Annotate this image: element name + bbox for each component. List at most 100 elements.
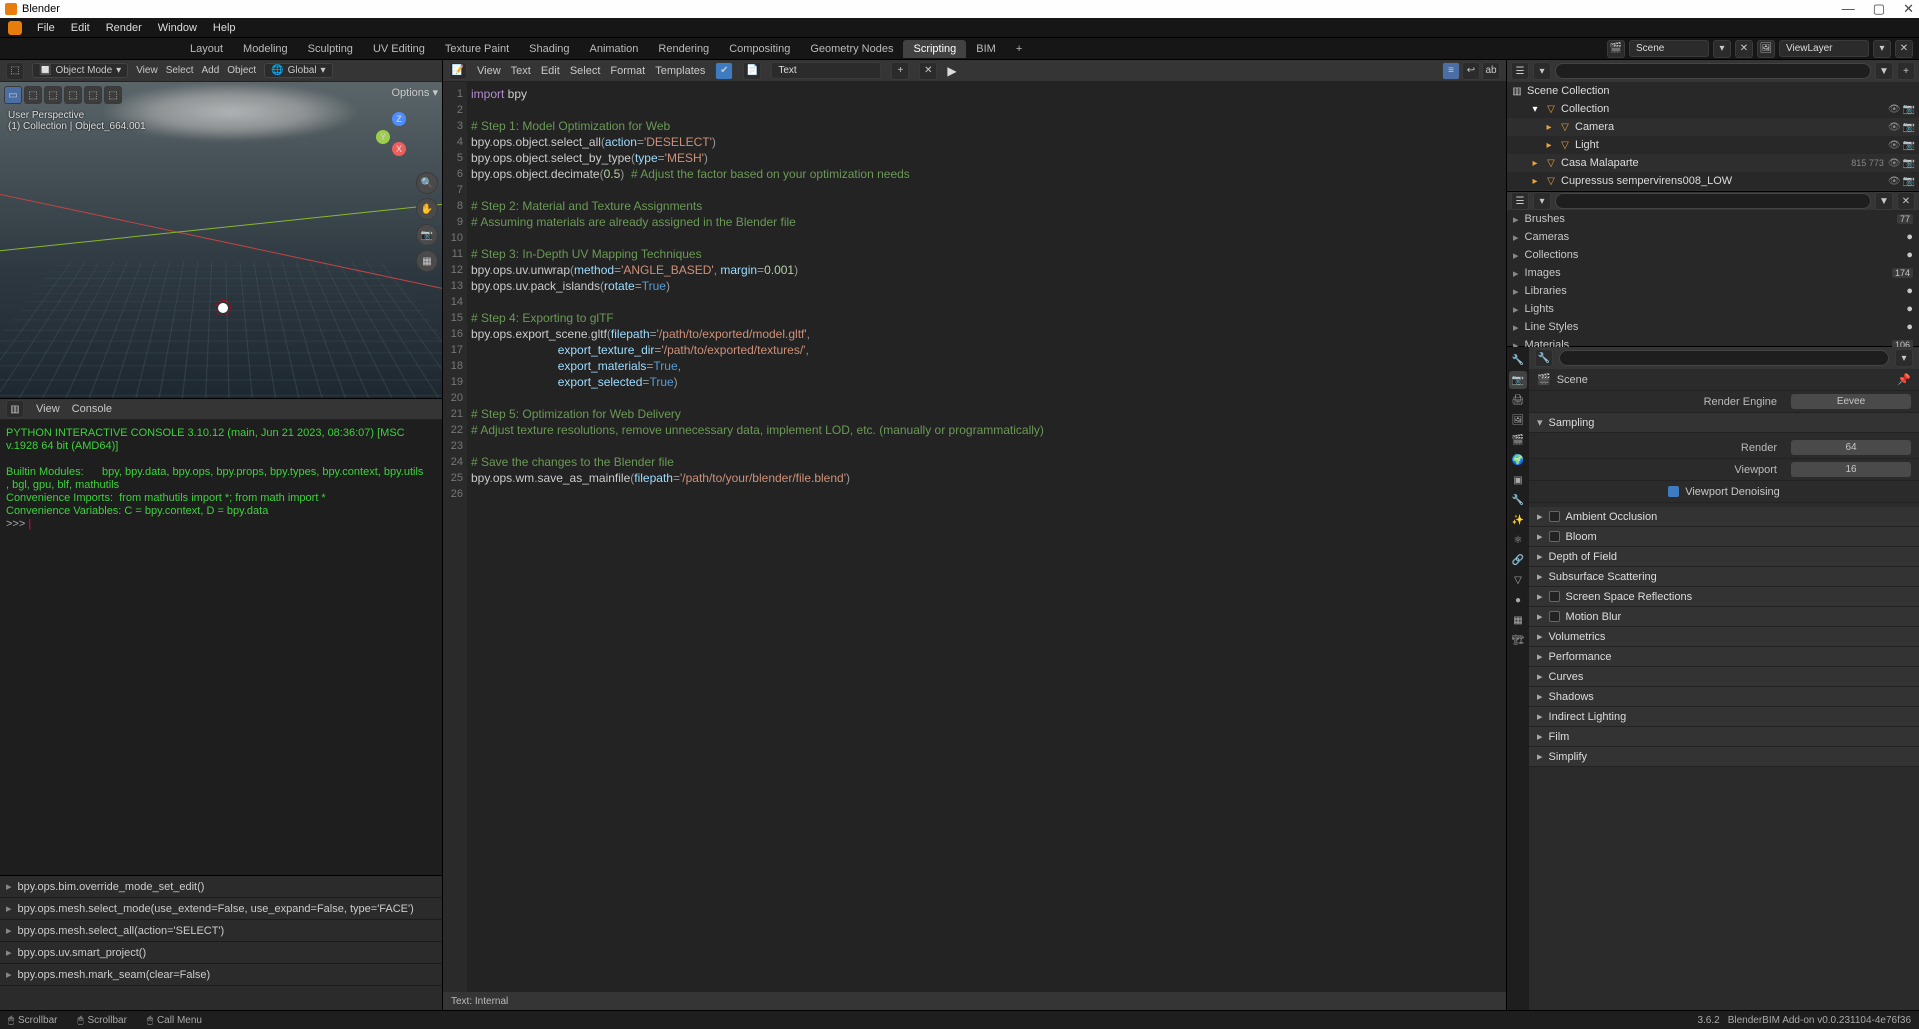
menu-add[interactable]: Add xyxy=(201,65,219,76)
info-line[interactable]: ▸bpy.ops.bim.override_mode_set_edit() xyxy=(0,876,442,898)
viewport-samples-input[interactable]: 16 xyxy=(1791,462,1911,477)
datablock-search[interactable] xyxy=(1555,193,1871,209)
text-browse-icon[interactable]: 📄 xyxy=(743,62,761,80)
info-log[interactable]: ▸bpy.ops.bim.override_mode_set_edit() ▸bp… xyxy=(0,875,442,1010)
section-volumetrics[interactable]: ▸Volumetrics xyxy=(1529,627,1919,647)
outliner-item[interactable]: ▸▽Casa Malaparte815 773👁📷 xyxy=(1507,154,1919,172)
scene-new-button[interactable]: ▾ xyxy=(1713,40,1731,58)
datablock-row[interactable]: ▸Libraries● xyxy=(1507,282,1919,300)
python-console[interactable]: PYTHON INTERACTIVE CONSOLE 3.10.12 (main… xyxy=(0,420,442,875)
mode-selector[interactable]: 🔲 Object Mode ▾ xyxy=(32,63,128,78)
eye-icon[interactable]: 👁 xyxy=(1888,122,1901,133)
section-motion-blur[interactable]: ▸Motion Blur xyxy=(1529,607,1919,627)
te-menu-templates[interactable]: Templates xyxy=(655,65,705,77)
new-collection-button[interactable]: + xyxy=(1897,62,1915,80)
render-samples-input[interactable]: 64 xyxy=(1791,440,1911,455)
x-axis-icon[interactable]: X xyxy=(392,142,406,156)
prop-search[interactable] xyxy=(1559,350,1889,366)
tab-compositing[interactable]: Compositing xyxy=(719,40,800,58)
tab-bim-icon[interactable]: 🏗 xyxy=(1509,631,1527,649)
outliner-item[interactable]: ▸▽Cupressus sempervirens008_LOW.001👁📷 xyxy=(1507,190,1919,191)
tab-rendering[interactable]: Rendering xyxy=(648,40,719,58)
section-depth-of-field[interactable]: ▸Depth of Field xyxy=(1529,547,1919,567)
section-bloom[interactable]: ▸Bloom xyxy=(1529,527,1919,547)
tab-world-icon[interactable]: 🌍 xyxy=(1509,451,1527,469)
3d-viewport[interactable]: ▭ ⬚ ⬚ ⬚ ⬚ ⬚ Options ▾ User Perspective (… xyxy=(0,82,442,398)
tab-tool-icon[interactable]: 🔧 xyxy=(1509,351,1527,369)
blender-icon[interactable] xyxy=(8,21,22,35)
tab-+[interactable]: + xyxy=(1006,40,1032,58)
section-simplify[interactable]: ▸Simplify xyxy=(1529,747,1919,767)
eye-icon[interactable]: 👁 xyxy=(1888,140,1901,151)
tab-scripting[interactable]: Scripting xyxy=(903,40,966,58)
tab-scene-icon[interactable]: 🎬 xyxy=(1509,431,1527,449)
tab-layout[interactable]: Layout xyxy=(180,40,233,58)
editor-type-icon[interactable]: ⬚ xyxy=(6,62,24,80)
text-name-field[interactable]: Text xyxy=(771,62,881,79)
outliner-datablocks[interactable]: ☰ ▾ ▼ ✕ ▸Brushes77▸Cameras●▸Collections●… xyxy=(1507,192,1919,347)
code-area[interactable]: import bpy # Step 1: Model Optimization … xyxy=(467,82,1506,992)
console-menu-view[interactable]: View xyxy=(36,403,60,415)
camera-icon[interactable]: 📷 xyxy=(416,224,438,246)
tab-data-icon[interactable]: ▽ xyxy=(1509,571,1527,589)
info-line[interactable]: ▸bpy.ops.uv.smart_project() xyxy=(0,942,442,964)
tab-output-icon[interactable]: 🖨 xyxy=(1509,391,1527,409)
register-toggle[interactable]: ✔ xyxy=(715,62,733,80)
tab-viewlayer-icon[interactable]: 🖼 xyxy=(1509,411,1527,429)
menu-view[interactable]: View xyxy=(136,65,158,76)
denoise-checkbox[interactable] xyxy=(1668,486,1679,497)
outliner-item[interactable]: ▾▽Collection👁📷 xyxy=(1507,100,1919,118)
y-axis-icon[interactable]: Y xyxy=(376,130,390,144)
menu-edit[interactable]: Edit xyxy=(63,20,98,36)
options-dropdown[interactable]: Options ▾ xyxy=(392,86,439,99)
tab-bim[interactable]: BIM xyxy=(966,40,1006,58)
te-menu-edit[interactable]: Edit xyxy=(541,65,560,77)
te-menu-format[interactable]: Format xyxy=(610,65,645,77)
text-editor-icon[interactable]: 📝 xyxy=(449,62,467,80)
render-icon[interactable]: 📷 xyxy=(1903,176,1915,187)
viewlayer-delete-button[interactable]: ✕ xyxy=(1895,40,1913,58)
outliner-item[interactable]: ▸▽Cupressus sempervirens008_LOW👁📷 xyxy=(1507,172,1919,190)
outliner-root[interactable]: ▥Scene Collection xyxy=(1507,82,1919,100)
menu-object[interactable]: Object xyxy=(227,65,256,76)
tab-sculpting[interactable]: Sculpting xyxy=(298,40,363,58)
section-ambient-occlusion[interactable]: ▸Ambient Occlusion xyxy=(1529,507,1919,527)
zoom-icon[interactable]: 🔍 xyxy=(416,172,438,194)
scene-breadcrumb[interactable]: 🎬Scene📌 xyxy=(1529,369,1919,391)
info-line[interactable]: ▸bpy.ops.mesh.select_all(action='SELECT'… xyxy=(0,920,442,942)
console-editor-icon[interactable]: ▥ xyxy=(6,400,24,418)
section-performance[interactable]: ▸Performance xyxy=(1529,647,1919,667)
eye-icon[interactable]: 👁 xyxy=(1888,176,1901,187)
filter-b-icon[interactable]: ▼ xyxy=(1875,192,1893,210)
datablock-mode-icon[interactable]: ☰ xyxy=(1511,192,1529,210)
syntax-toggle[interactable]: ab xyxy=(1482,62,1500,80)
orientation-selector[interactable]: 🌐 Global ▾ xyxy=(264,63,332,78)
tool-d-icon[interactable]: ⬚ xyxy=(84,86,102,104)
section-subsurface-scattering[interactable]: ▸Subsurface Scattering xyxy=(1529,567,1919,587)
te-menu-text[interactable]: Text xyxy=(511,65,531,77)
run-script-button[interactable]: ▶ xyxy=(947,64,956,78)
menu-render[interactable]: Render xyxy=(98,20,150,36)
info-line[interactable]: ▸bpy.ops.mesh.mark_seam(clear=False) xyxy=(0,964,442,986)
render-engine-selector[interactable]: Eevee xyxy=(1791,394,1911,409)
datablock-row[interactable]: ▸Brushes77 xyxy=(1507,210,1919,228)
render-icon[interactable]: 📷 xyxy=(1903,140,1915,151)
section-indirect-lighting[interactable]: ▸Indirect Lighting xyxy=(1529,707,1919,727)
del-b-icon[interactable]: ✕ xyxy=(1897,192,1915,210)
menu-window[interactable]: Window xyxy=(150,20,205,36)
wrap-toggle[interactable]: ↩ xyxy=(1462,62,1480,80)
outliner-search[interactable] xyxy=(1555,63,1871,79)
viewlayer-selector[interactable]: ViewLayer xyxy=(1779,40,1869,57)
tool-c-icon[interactable]: ⬚ xyxy=(64,86,82,104)
close-button[interactable]: ✕ xyxy=(1903,1,1914,17)
tab-particle-icon[interactable]: ✨ xyxy=(1509,511,1527,529)
scene-selector[interactable]: Scene xyxy=(1629,40,1709,57)
console-menu-console[interactable]: Console xyxy=(72,403,112,415)
tool-a-icon[interactable]: ⬚ xyxy=(24,86,42,104)
outliner-item[interactable]: ▸▽Camera👁📷 xyxy=(1507,118,1919,136)
pin-icon[interactable]: 📌 xyxy=(1897,373,1911,386)
section-sampling[interactable]: ▾Sampling xyxy=(1529,413,1919,433)
tab-texture-icon[interactable]: ▦ xyxy=(1509,611,1527,629)
tab-uv-editing[interactable]: UV Editing xyxy=(363,40,435,58)
datablock-row[interactable]: ▸Line Styles● xyxy=(1507,318,1919,336)
